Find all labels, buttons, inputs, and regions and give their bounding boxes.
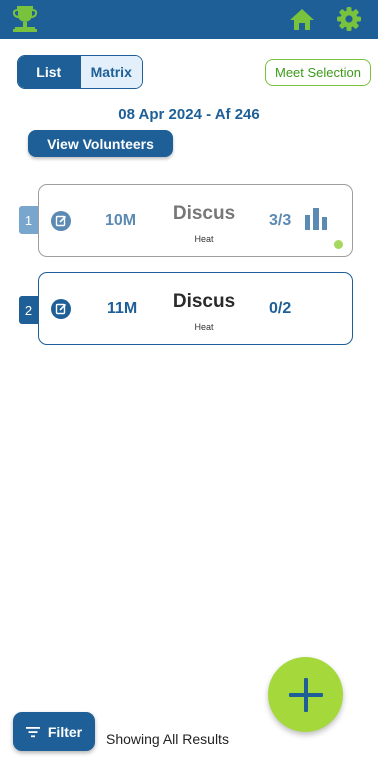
event-distance: 11M <box>107 300 138 317</box>
meet-title: 08 Apr 2024 - Af 246 <box>118 106 260 123</box>
edit-icon[interactable] <box>51 299 71 319</box>
event-card[interactable]: 10M Discus Heat 3/3 <box>38 184 353 257</box>
edit-icon[interactable] <box>51 211 71 231</box>
event-name: Discus <box>172 203 236 224</box>
filter-lines-icon <box>25 726 40 737</box>
filter-button[interactable]: Filter <box>13 712 95 751</box>
status-dot <box>334 240 343 249</box>
add-event-button[interactable] <box>268 657 343 732</box>
trophy-icon <box>12 6 38 32</box>
event-card[interactable]: 11M Discus Heat 0/2 <box>38 272 353 345</box>
filter-label: Filter <box>47 723 83 740</box>
event-type: Heat <box>194 234 214 244</box>
plus-icon <box>288 677 323 712</box>
meet-selection-button[interactable]: Meet Selection <box>265 59 371 86</box>
view-toggle: List Matrix <box>17 55 143 89</box>
matrix-tab[interactable]: Matrix <box>79 56 142 88</box>
results-status: Showing All Results <box>106 731 229 747</box>
volunteer-count: 0/2 <box>269 300 292 317</box>
app-header <box>0 0 378 39</box>
bar-chart-icon[interactable] <box>305 208 327 230</box>
event-name: Discus <box>172 291 236 312</box>
row-number: 2 <box>19 296 38 324</box>
event-type: Heat <box>194 322 214 332</box>
home-icon[interactable] <box>289 7 315 31</box>
view-volunteers-button[interactable]: View Volunteers <box>28 130 173 157</box>
volunteer-count: 3/3 <box>269 212 292 229</box>
row-number: 1 <box>19 206 38 234</box>
list-tab[interactable]: List <box>18 56 80 88</box>
event-distance: 10M <box>105 212 137 229</box>
gear-icon[interactable] <box>336 6 362 32</box>
